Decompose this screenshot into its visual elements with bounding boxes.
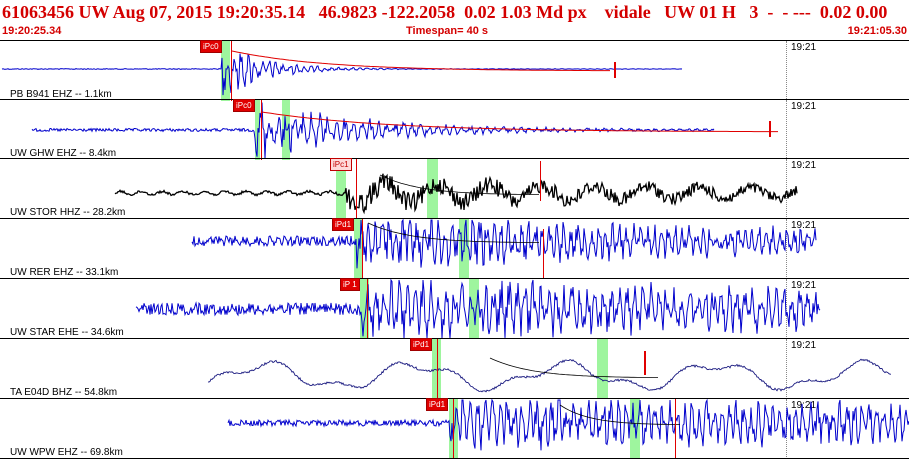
waveform xyxy=(1,50,683,96)
p-pick-line xyxy=(367,279,368,339)
waveform xyxy=(31,102,778,159)
pick-label[interactable]: iPd1 xyxy=(426,398,449,411)
p-pick-line xyxy=(231,41,232,101)
p-pick-line xyxy=(437,339,438,399)
p-pick-line xyxy=(362,219,363,279)
pick-label[interactable]: iPd1 xyxy=(332,218,355,231)
pick-label[interactable]: iPc0 xyxy=(233,99,255,112)
pick-label[interactable]: iPd1 xyxy=(410,338,433,351)
header: 61063456 UW Aug 07, 2015 19:20:35.14 46.… xyxy=(0,0,909,40)
trace-panel[interactable]: 19:21 iPc0 UW GHW EHZ -- 8.4km xyxy=(0,99,909,160)
coda-end-marker xyxy=(540,161,541,201)
trace-panel[interactable]: 19:21 iPd1 TA E04D BHZ -- 54.8km xyxy=(0,338,909,399)
event-title: 61063456 UW Aug 07, 2015 19:20:35.14 46.… xyxy=(2,2,888,22)
pick-label[interactable]: iP 1 xyxy=(340,278,360,291)
waveform xyxy=(207,357,891,393)
trace-panel[interactable]: 19:21 iPd1 UW WPW EHZ -- 69.8km xyxy=(0,398,909,459)
station-label: UW STAR EHE -- 34.6km xyxy=(10,327,124,338)
waveform xyxy=(135,279,821,339)
waveform xyxy=(227,399,909,451)
coda-end-marker xyxy=(614,62,616,78)
start-time: 19:20:25.34 xyxy=(2,25,62,37)
coda-end-marker xyxy=(543,229,544,279)
station-label: UW RER EHZ -- 33.1km xyxy=(10,267,119,278)
p-pick-line xyxy=(356,159,357,219)
coda-end-marker xyxy=(769,121,771,137)
trace-panel[interactable]: 19:21 iPc0 PB B941 EHZ -- 1.1km xyxy=(0,40,909,101)
timespan: Timespan= 40 s xyxy=(406,25,489,37)
bottom-border xyxy=(0,458,909,459)
end-time: 19:21:05.30 xyxy=(847,25,907,37)
p-pick-line xyxy=(453,399,454,459)
pick-label[interactable]: iPc0 xyxy=(200,40,222,53)
station-label: UW STOR HHZ -- 28.2km xyxy=(10,207,126,218)
p-pick-line xyxy=(261,100,262,160)
coda-end-marker xyxy=(675,399,676,459)
coda-end-marker xyxy=(644,351,646,375)
trace-panel[interactable]: 19:21 iPc1 UW STOR HHZ -- 28.2km xyxy=(0,158,909,219)
pick-label[interactable]: iPc1 xyxy=(330,158,352,171)
waveform xyxy=(191,219,817,269)
station-label: TA E04D BHZ -- 54.8km xyxy=(10,387,118,398)
waveform xyxy=(114,173,798,215)
trace-panel[interactable]: 19:21 iP 1 UW STAR EHE -- 34.6km xyxy=(0,278,909,339)
station-label: UW WPW EHZ -- 69.8km xyxy=(10,447,123,458)
trace-panel[interactable]: 19:21 iPd1 UW RER EHZ -- 33.1km xyxy=(0,218,909,279)
